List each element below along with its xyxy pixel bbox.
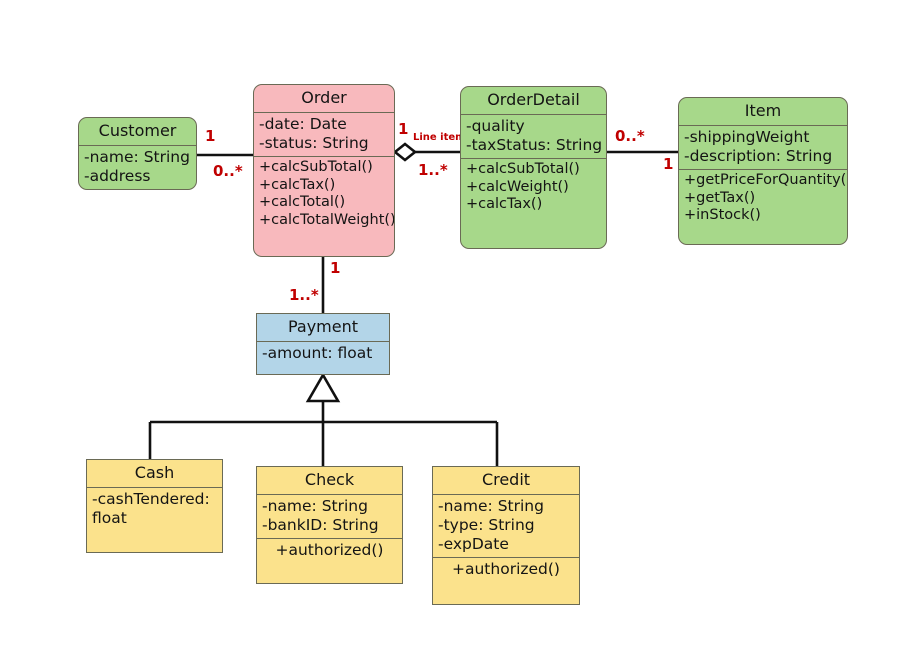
operation-row: +calcTotal() bbox=[259, 194, 346, 211]
operation-row: +getTax() bbox=[684, 189, 756, 206]
class-box-check[interactable]: Check -name: String -bankID: String +aut… bbox=[256, 466, 403, 584]
class-box-order[interactable]: Order -date: Date -status: String +calcS… bbox=[253, 84, 395, 257]
class-operations-orderdetail: +calcSubTotal() +calcWeight() +calcTax() bbox=[461, 157, 606, 217]
class-name-customer: Customer bbox=[98, 121, 177, 140]
operation-row: +calcWeight() bbox=[466, 178, 569, 195]
class-box-cash[interactable]: Cash -cashTendered: float bbox=[86, 459, 223, 553]
class-attributes-credit: -name: String -type: String -expDate bbox=[433, 494, 579, 557]
class-box-item[interactable]: Item -shippingWeight -description: Strin… bbox=[678, 97, 848, 245]
attribute-row: -description: String bbox=[684, 146, 833, 165]
multiplicity-order-payment-1: 1 bbox=[330, 259, 341, 277]
class-box-customer[interactable]: Customer -name: String -address bbox=[78, 117, 197, 190]
class-name-check: Check bbox=[304, 470, 355, 489]
operation-row: +calcTax() bbox=[466, 196, 543, 213]
attribute-row: -amount: float bbox=[262, 344, 373, 362]
multiplicity-order-1: 1 bbox=[398, 120, 409, 138]
multiplicity-payment-1-star: 1..* bbox=[289, 286, 319, 304]
edge-label-line-item: Line item bbox=[413, 132, 466, 143]
operation-row: +inStock() bbox=[684, 207, 761, 224]
multiplicity-detail-1-star: 1..* bbox=[418, 161, 448, 179]
class-operations-order: +calcSubTotal() +calcTax() +calcTotal() … bbox=[254, 155, 395, 233]
class-operations-check: +authorized() bbox=[257, 537, 402, 563]
class-attributes-orderdetail: -quality -taxStatus: String bbox=[461, 114, 606, 158]
operation-row: +getPriceForQuantity() bbox=[684, 171, 848, 188]
attribute-row: -name: String bbox=[262, 497, 368, 515]
aggregation-diamond-icon bbox=[392, 142, 418, 162]
attribute-row: -quality bbox=[466, 117, 525, 135]
attribute-row: -address bbox=[84, 166, 151, 185]
class-attributes-check: -name: String -bankID: String bbox=[257, 494, 402, 538]
attribute-row: -shippingWeight bbox=[684, 128, 810, 146]
class-name-orderdetail: OrderDetail bbox=[487, 90, 580, 109]
class-attributes-customer: -name: String -address bbox=[79, 145, 196, 189]
operation-row: +calcSubTotal() bbox=[259, 158, 373, 175]
attribute-row: -name: String bbox=[84, 148, 190, 166]
operation-row: +authorized() bbox=[452, 559, 560, 578]
class-name-item: Item bbox=[744, 101, 782, 120]
attribute-row: -taxStatus: String bbox=[466, 135, 603, 154]
class-box-payment[interactable]: Payment -amount: float bbox=[256, 313, 390, 375]
class-box-orderdetail[interactable]: OrderDetail -quality -taxStatus: String … bbox=[460, 86, 607, 249]
class-name-order: Order bbox=[301, 88, 347, 107]
generalization-triangle-icon bbox=[305, 372, 341, 403]
attribute-row: -date: Date bbox=[259, 115, 347, 133]
multiplicity-customer-1: 1 bbox=[205, 127, 216, 145]
multiplicity-detail-0-star: 0..* bbox=[615, 127, 645, 145]
class-attributes-order: -date: Date -status: String bbox=[254, 112, 394, 156]
multiplicity-item-1: 1 bbox=[663, 155, 674, 173]
operation-row: +calcTotalWeight() bbox=[259, 211, 395, 228]
operation-row: +calcTax() bbox=[259, 176, 336, 193]
class-box-credit[interactable]: Credit -name: String -type: String -expD… bbox=[432, 466, 580, 605]
class-operations-credit: +authorized() bbox=[433, 556, 579, 582]
class-name-cash: Cash bbox=[134, 463, 175, 482]
attribute-row: -status: String bbox=[259, 133, 369, 152]
attribute-row: -expDate bbox=[438, 534, 509, 553]
attribute-row: -type: String bbox=[438, 515, 535, 534]
attribute-row: -cashTendered: float bbox=[92, 490, 210, 527]
class-attributes-item: -shippingWeight -description: String bbox=[679, 125, 847, 169]
class-attributes-payment: -amount: float bbox=[257, 341, 389, 366]
class-name-credit: Credit bbox=[481, 470, 531, 489]
diagram-canvas: 1 0..* 1 Line item 1..* 0..* 1 1 1..* Cu… bbox=[0, 0, 897, 659]
attribute-row: -name: String bbox=[438, 497, 544, 515]
multiplicity-order-0-star: 0..* bbox=[213, 162, 243, 180]
operation-row: +calcSubTotal() bbox=[466, 160, 580, 177]
class-operations-item: +getPriceForQuantity() +getTax() +inStoc… bbox=[679, 168, 848, 228]
operation-row: +authorized() bbox=[275, 540, 384, 559]
class-name-payment: Payment bbox=[287, 317, 359, 336]
attribute-row: -bankID: String bbox=[262, 515, 379, 534]
class-attributes-cash: -cashTendered: float bbox=[87, 487, 222, 531]
